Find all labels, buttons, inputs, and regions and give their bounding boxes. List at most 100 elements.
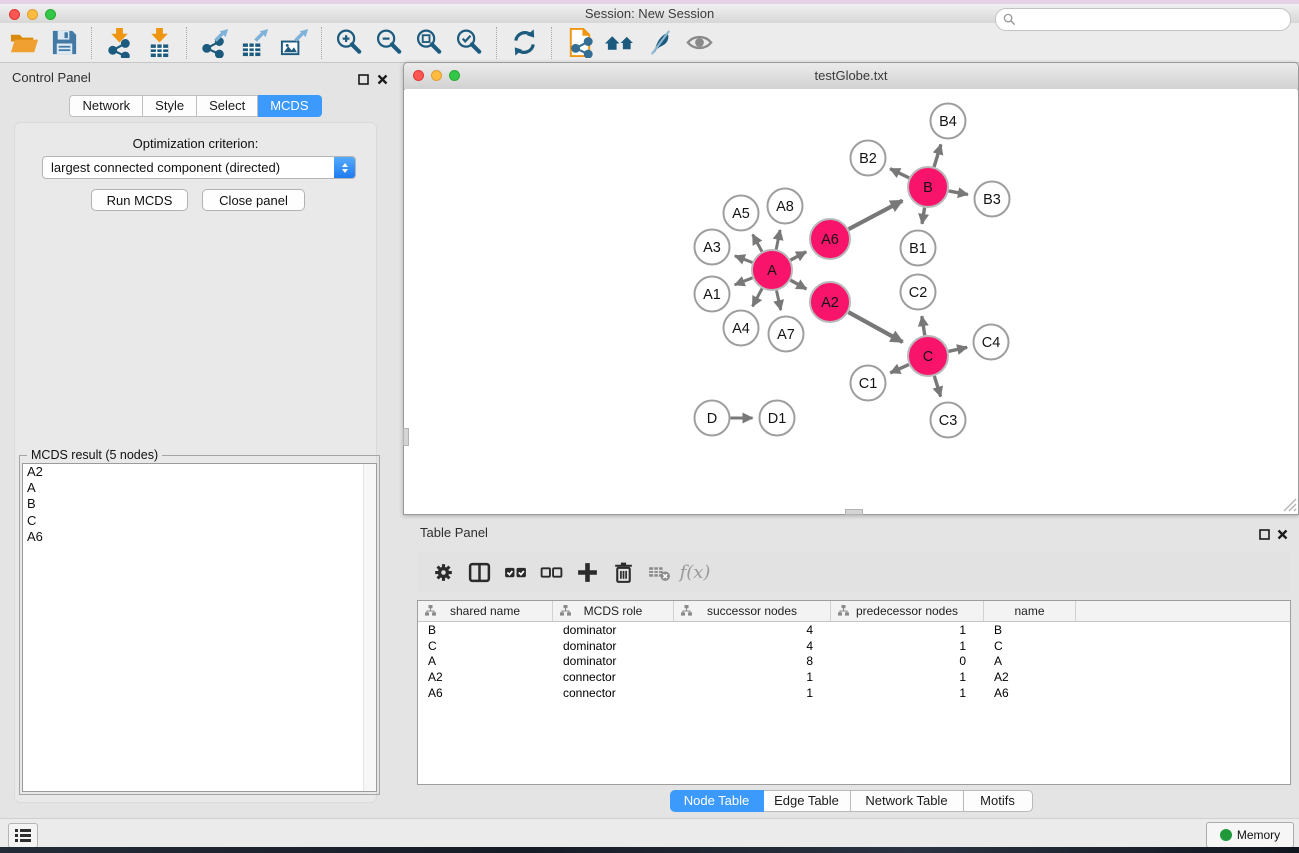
- zoom-selected-icon[interactable]: [449, 26, 489, 60]
- show-hide-icon[interactable]: [679, 26, 719, 60]
- graph-node-A4[interactable]: A4: [724, 311, 759, 346]
- delete-entry-icon[interactable]: [605, 557, 641, 587]
- edge-C-C2: [922, 316, 925, 335]
- network-scroll-nub-bottom[interactable]: [845, 509, 863, 515]
- result-item[interactable]: A: [23, 480, 376, 496]
- column-header-successor-nodes[interactable]: successor nodes: [674, 601, 831, 621]
- save-session-icon[interactable]: [44, 26, 84, 60]
- tab-select[interactable]: Select: [197, 95, 258, 117]
- cell: C: [418, 639, 553, 653]
- graph-node-D1[interactable]: D1: [760, 401, 795, 436]
- search-input[interactable]: [1020, 11, 1290, 29]
- add-entry-icon[interactable]: [569, 557, 605, 587]
- column-header-predecessor-nodes[interactable]: predecessor nodes: [831, 601, 984, 621]
- graph-node-B4[interactable]: B4: [931, 104, 966, 139]
- result-item[interactable]: B: [23, 496, 376, 512]
- zoom-in-icon[interactable]: [329, 26, 369, 60]
- first-neighbors-icon[interactable]: [599, 26, 639, 60]
- result-scrollbar[interactable]: [363, 464, 376, 791]
- edge-A-A6: [791, 252, 807, 260]
- table-row-A6[interactable]: A6connector11A6: [418, 685, 1290, 701]
- criterion-dropdown[interactable]: largest connected component (directed): [42, 156, 356, 179]
- svg-text:A1: A1: [703, 287, 721, 303]
- tab-style[interactable]: Style: [143, 95, 197, 117]
- close-panel-button[interactable]: Close panel: [202, 189, 305, 211]
- edge-A-A1: [735, 278, 753, 285]
- tab-mcds[interactable]: MCDS: [258, 95, 321, 117]
- select-all-icon[interactable]: [497, 557, 533, 587]
- graph-node-B3[interactable]: B3: [975, 182, 1010, 217]
- graph-node-A7[interactable]: A7: [769, 317, 804, 352]
- result-item[interactable]: A2: [23, 464, 376, 480]
- result-item[interactable]: C: [23, 513, 376, 529]
- tab-edge-table[interactable]: Edge Table: [764, 790, 851, 812]
- open-session-icon[interactable]: [4, 26, 44, 60]
- zoom-out-icon[interactable]: [369, 26, 409, 60]
- desktop-strip-bottom: [0, 847, 1299, 853]
- table-panel-title: Table Panel: [420, 525, 488, 540]
- table-row-C[interactable]: Cdominator41C: [418, 638, 1290, 654]
- export-image-icon[interactable]: [274, 26, 314, 60]
- network-canvas[interactable]: A A1 A2 A3 A4 A5 A6 A7 A8 B B1 B2 B3 B4 C C1 C2 C3 C4 D D1: [405, 89, 1297, 514]
- resize-grip-icon[interactable]: [1280, 495, 1297, 512]
- panel-toggle-button[interactable]: [8, 823, 38, 848]
- refresh-view-icon[interactable]: [504, 26, 544, 60]
- graph-node-C2[interactable]: C2: [901, 275, 936, 310]
- settings-icon[interactable]: [425, 557, 461, 587]
- cell: A6: [418, 686, 553, 700]
- table-panel-float-icon[interactable]: [1259, 527, 1270, 545]
- tab-network[interactable]: Network: [69, 95, 143, 117]
- network-window-titlebar[interactable]: testGlobe.txt: [404, 63, 1298, 90]
- cell: B: [984, 623, 1076, 637]
- graph-node-C3[interactable]: C3: [931, 403, 966, 438]
- graph-node-D[interactable]: D: [695, 401, 730, 436]
- split-panel-icon[interactable]: [461, 557, 497, 587]
- new-network-document-icon[interactable]: [559, 26, 599, 60]
- graph-node-A3[interactable]: A3: [695, 230, 730, 265]
- graphics-details-icon[interactable]: [639, 26, 679, 60]
- run-mcds-button[interactable]: Run MCDS: [91, 189, 188, 211]
- deselect-all-icon[interactable]: [533, 557, 569, 587]
- column-header-name[interactable]: name: [984, 601, 1076, 621]
- graph-node-B2[interactable]: B2: [851, 141, 886, 176]
- export-table-icon[interactable]: [234, 26, 274, 60]
- table-panel-close-icon[interactable]: [1277, 527, 1288, 545]
- memory-button[interactable]: Memory: [1206, 822, 1294, 848]
- cell: A6: [984, 686, 1076, 700]
- graph-node-B1[interactable]: B1: [901, 231, 936, 266]
- toolbar-separator: [321, 27, 322, 59]
- tab-node-table[interactable]: Node Table: [670, 790, 764, 812]
- graph-node-A8[interactable]: A8: [768, 189, 803, 224]
- table-row-B[interactable]: Bdominator41B: [418, 622, 1290, 638]
- graph-node-C4[interactable]: C4: [974, 325, 1009, 360]
- table-row-A2[interactable]: A2connector11A2: [418, 669, 1290, 685]
- result-item[interactable]: A6: [23, 529, 376, 545]
- graph-node-A5[interactable]: A5: [724, 196, 759, 231]
- import-table-icon[interactable]: [139, 26, 179, 60]
- import-network-icon[interactable]: [99, 26, 139, 60]
- table-row-A[interactable]: Adominator80A: [418, 653, 1290, 669]
- table-panel-tabs: Node TableEdge TableNetwork TableMotifs: [403, 790, 1299, 812]
- tab-motifs[interactable]: Motifs: [964, 790, 1033, 812]
- graph-node-C[interactable]: C: [908, 336, 948, 376]
- tab-network-table[interactable]: Network Table: [851, 790, 964, 812]
- control-panel-float-icon[interactable]: [358, 72, 369, 90]
- svg-text:B: B: [923, 180, 933, 196]
- graph-node-A[interactable]: A: [752, 250, 792, 290]
- graph-node-C1[interactable]: C1: [851, 366, 886, 401]
- graph-node-B[interactable]: B: [908, 167, 948, 207]
- network-scroll-nub-left[interactable]: [403, 428, 409, 446]
- graph-node-A6[interactable]: A6: [810, 219, 850, 259]
- zoom-fit-icon[interactable]: [409, 26, 449, 60]
- column-header-MCDS-role[interactable]: MCDS role: [553, 601, 674, 621]
- edge-A-A7: [777, 291, 781, 311]
- export-network-icon[interactable]: [194, 26, 234, 60]
- graph-node-A2[interactable]: A2: [810, 282, 850, 322]
- hierarchy-icon: [425, 605, 436, 619]
- cell: connector: [553, 670, 674, 684]
- criterion-value: largest connected component (directed): [43, 160, 334, 175]
- cell: A: [418, 654, 553, 668]
- control-panel-close-icon[interactable]: [377, 72, 388, 90]
- column-header-shared-name[interactable]: shared name: [418, 601, 553, 621]
- graph-node-A1[interactable]: A1: [695, 277, 730, 312]
